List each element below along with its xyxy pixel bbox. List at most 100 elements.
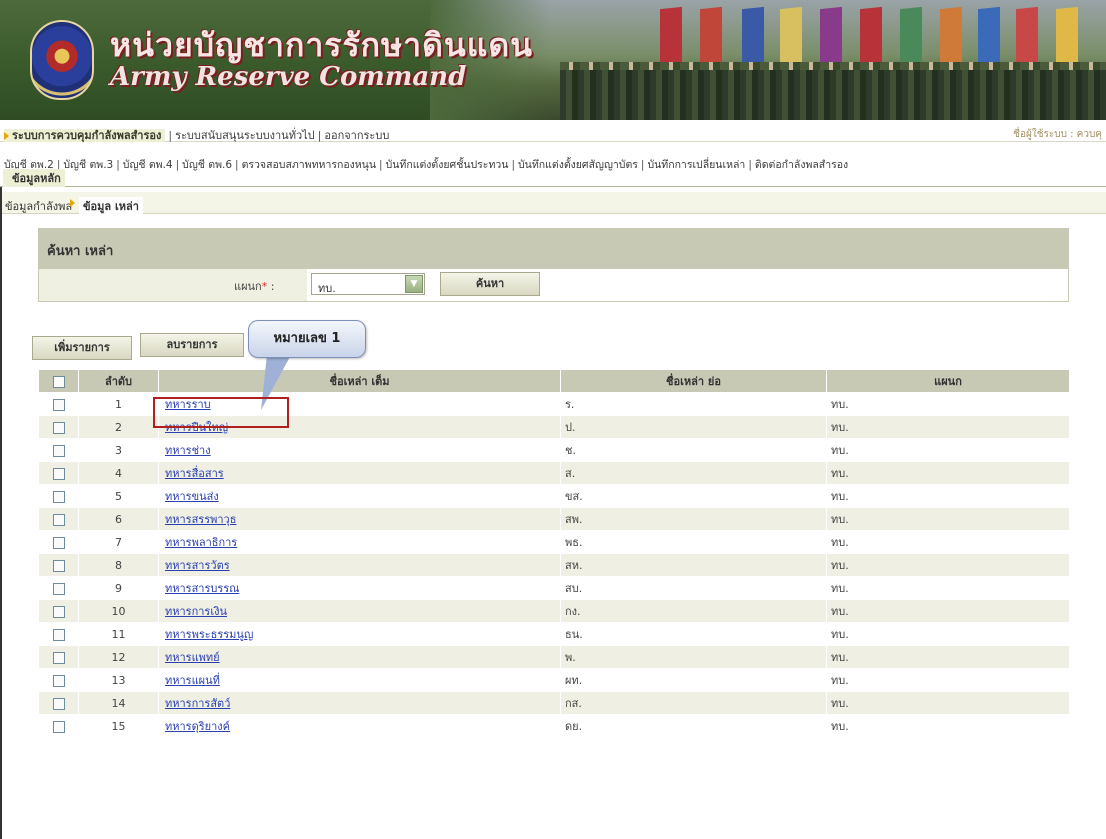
banner-flag <box>978 6 1000 68</box>
row-checkbox[interactable] <box>52 582 65 595</box>
row-checkbox[interactable] <box>52 720 65 733</box>
row-checkbox[interactable] <box>52 628 65 641</box>
row-checkbox[interactable] <box>52 444 65 457</box>
row-number: 12 <box>78 645 159 669</box>
row-checkbox[interactable] <box>52 697 65 710</box>
dropdown-arrow-icon[interactable]: ▼ <box>405 275 423 293</box>
row-checkbox[interactable] <box>52 513 65 526</box>
submenu-item-branch-change[interactable]: บันทึกการเปลี่ยนเหล่า <box>647 159 745 171</box>
row-full-name-cell: ทหารช่าง <box>158 438 561 462</box>
department-select[interactable]: ทบ. ▼ <box>311 273 425 295</box>
row-checkbox-cell <box>38 645 79 669</box>
topmenu-item-logout[interactable]: ออกจากระบบ <box>324 129 389 142</box>
row-checkbox-cell <box>38 530 79 554</box>
submenu-item-reserve-check[interactable]: ตรวจสอบสภาพทหารกองหนุน <box>242 159 376 171</box>
row-checkbox[interactable] <box>52 674 65 687</box>
submenu-item-tp3[interactable]: บัญชี ตพ.3 <box>63 159 113 171</box>
banner-flag <box>700 6 722 68</box>
top-menu: ระบบการควบคุมกำลังพลสำรอง | ระบบสนับสนุนระ… <box>0 124 1106 142</box>
department-label-text: แผนก <box>234 280 262 293</box>
row-full-name-link[interactable]: ทหารแพทย์ <box>165 651 220 664</box>
row-checkbox[interactable] <box>52 398 65 411</box>
banner-flag <box>1056 6 1078 68</box>
row-department: ทบ. <box>826 691 1070 715</box>
table-row: 3 ทหารช่าง ช. ทบ. <box>38 438 1070 462</box>
row-full-name-link[interactable]: ทหารช่าง <box>165 444 211 457</box>
row-short-name: สบ. <box>560 576 827 600</box>
site-title-english: Army Reserve Command <box>110 62 467 92</box>
breadcrumb-parent[interactable]: ข้อมูลกำลังพล <box>5 197 72 215</box>
add-item-button[interactable]: เพิ่มรายการ <box>32 336 132 360</box>
header-department: แผนก <box>826 369 1070 393</box>
row-department: ทบ. <box>826 484 1070 508</box>
row-number: 5 <box>78 484 159 508</box>
submenu-item-master-data[interactable]: ข้อมูลหลัก <box>3 169 65 187</box>
label-colon: : <box>267 280 275 293</box>
row-number: 7 <box>78 530 159 554</box>
submenu-item-tp4[interactable]: บัญชี ตพ.4 <box>123 159 173 171</box>
search-panel: ค้นหา เหล่า แผนก* : ทบ. ▼ ค้นหา <box>38 228 1069 302</box>
row-full-name-cell: ทหารแผนที่ <box>158 668 561 692</box>
row-checkbox[interactable] <box>52 421 65 434</box>
row-full-name-link[interactable]: ทหารการเงิน <box>165 605 227 618</box>
breadcrumb: ข้อมูลกำลังพล ข้อมูล เหล่า <box>0 192 1106 215</box>
row-full-name-link[interactable]: ทหารพระธรรมนูญ <box>165 628 253 641</box>
branch-table: ลำดับ ชื่อเหล่า เต็ม ชื่อเหล่า ย่อ แผนก … <box>38 369 1070 738</box>
topmenu-item-general-support[interactable]: ระบบสนับสนุนระบบงานทั่วไป <box>175 129 315 142</box>
site-banner: หน่วยบัญชาการรักษาดินแดน Army Reserve Co… <box>0 0 1106 120</box>
banner-flag <box>860 6 882 68</box>
row-number: 13 <box>78 668 159 692</box>
row-checkbox[interactable] <box>52 536 65 549</box>
banner-crowd <box>560 70 1106 120</box>
row-number: 3 <box>78 438 159 462</box>
row-checkbox[interactable] <box>52 467 65 480</box>
row-number: 1 <box>78 392 159 416</box>
banner-flag <box>900 6 922 68</box>
submenu-item-tp6[interactable]: บัญชี ตพ.6 <box>182 159 232 171</box>
row-department: ทบ. <box>826 645 1070 669</box>
row-full-name-link[interactable]: ทหารการสัตว์ <box>165 697 230 710</box>
table-row: 13 ทหารแผนที่ ผท. ทบ. <box>38 668 1070 692</box>
table-row: 11 ทหารพระธรรมนูญ ธน. ทบ. <box>38 622 1070 646</box>
row-checkbox-cell <box>38 553 79 577</box>
delete-item-button[interactable]: ลบรายการ <box>140 333 244 357</box>
row-full-name-link[interactable]: ทหารปืนใหญ่ <box>165 421 228 434</box>
submenu-item-officer-rank[interactable]: บันทึกแต่งตั้งยศสัญญาบัตร <box>518 159 638 171</box>
submenu-item-nco-rank[interactable]: บันทึกแต่งตั้งยศชั้นประทวน <box>386 159 509 171</box>
select-all-checkbox[interactable] <box>52 375 65 388</box>
topmenu-item-reserve-control[interactable]: ระบบการควบคุมกำลังพลสำรอง <box>4 129 166 142</box>
menu-separator: | <box>235 159 239 171</box>
row-department: ทบ. <box>826 415 1070 439</box>
table-row: 7 ทหารพลาธิการ พธ. ทบ. <box>38 530 1070 554</box>
header-full-name: ชื่อเหล่า เต็ม <box>158 369 561 393</box>
row-checkbox[interactable] <box>52 490 65 503</box>
row-full-name-link[interactable]: ทหารสารวัตร <box>165 559 230 572</box>
table-row: 12 ทหารแพทย์ พ. ทบ. <box>38 645 1070 669</box>
row-checkbox[interactable] <box>52 605 65 618</box>
row-checkbox[interactable] <box>52 651 65 664</box>
row-full-name-link[interactable]: ทหารแผนที่ <box>165 674 220 687</box>
row-full-name-link[interactable]: ทหารสื่อสาร <box>165 467 224 480</box>
row-full-name-link[interactable]: ทหารพลาธิการ <box>165 536 237 549</box>
row-full-name-link[interactable]: ทหารขนส่ง <box>165 490 219 503</box>
table-row: 10 ทหารการเงิน กง. ทบ. <box>38 599 1070 623</box>
row-department: ทบ. <box>826 714 1070 738</box>
row-number: 8 <box>78 553 159 577</box>
callout-bubble: หมายเลข 1 <box>248 320 366 358</box>
row-short-name: ธน. <box>560 622 827 646</box>
search-panel-title: ค้นหา เหล่า <box>39 229 1068 269</box>
row-full-name-link[interactable]: ทหารสารบรรณ <box>165 582 239 595</box>
submenu-item-contact-reserve[interactable]: ติดต่อกำลังพลสำรอง <box>755 159 848 171</box>
row-checkbox[interactable] <box>52 559 65 572</box>
row-short-name: ขส. <box>560 484 827 508</box>
row-full-name-link[interactable]: ทหารสรรพาวุธ <box>165 513 236 526</box>
row-checkbox-cell <box>38 507 79 531</box>
search-button[interactable]: ค้นหา <box>440 272 540 296</box>
table-body: 1 ทหารราบ ร. ทบ. 2 ทหารปืนใหญ่ ป. ทบ. 3 ทหารช่างช… <box>38 392 1070 738</box>
row-full-name-link[interactable]: ทหารราบ <box>165 398 211 411</box>
row-short-name: ผท. <box>560 668 827 692</box>
row-full-name-link[interactable]: ทหารดุริยางค์ <box>165 720 230 733</box>
row-department: ทบ. <box>826 507 1070 531</box>
row-short-name: กส. <box>560 691 827 715</box>
menu-separator: | <box>168 129 173 142</box>
